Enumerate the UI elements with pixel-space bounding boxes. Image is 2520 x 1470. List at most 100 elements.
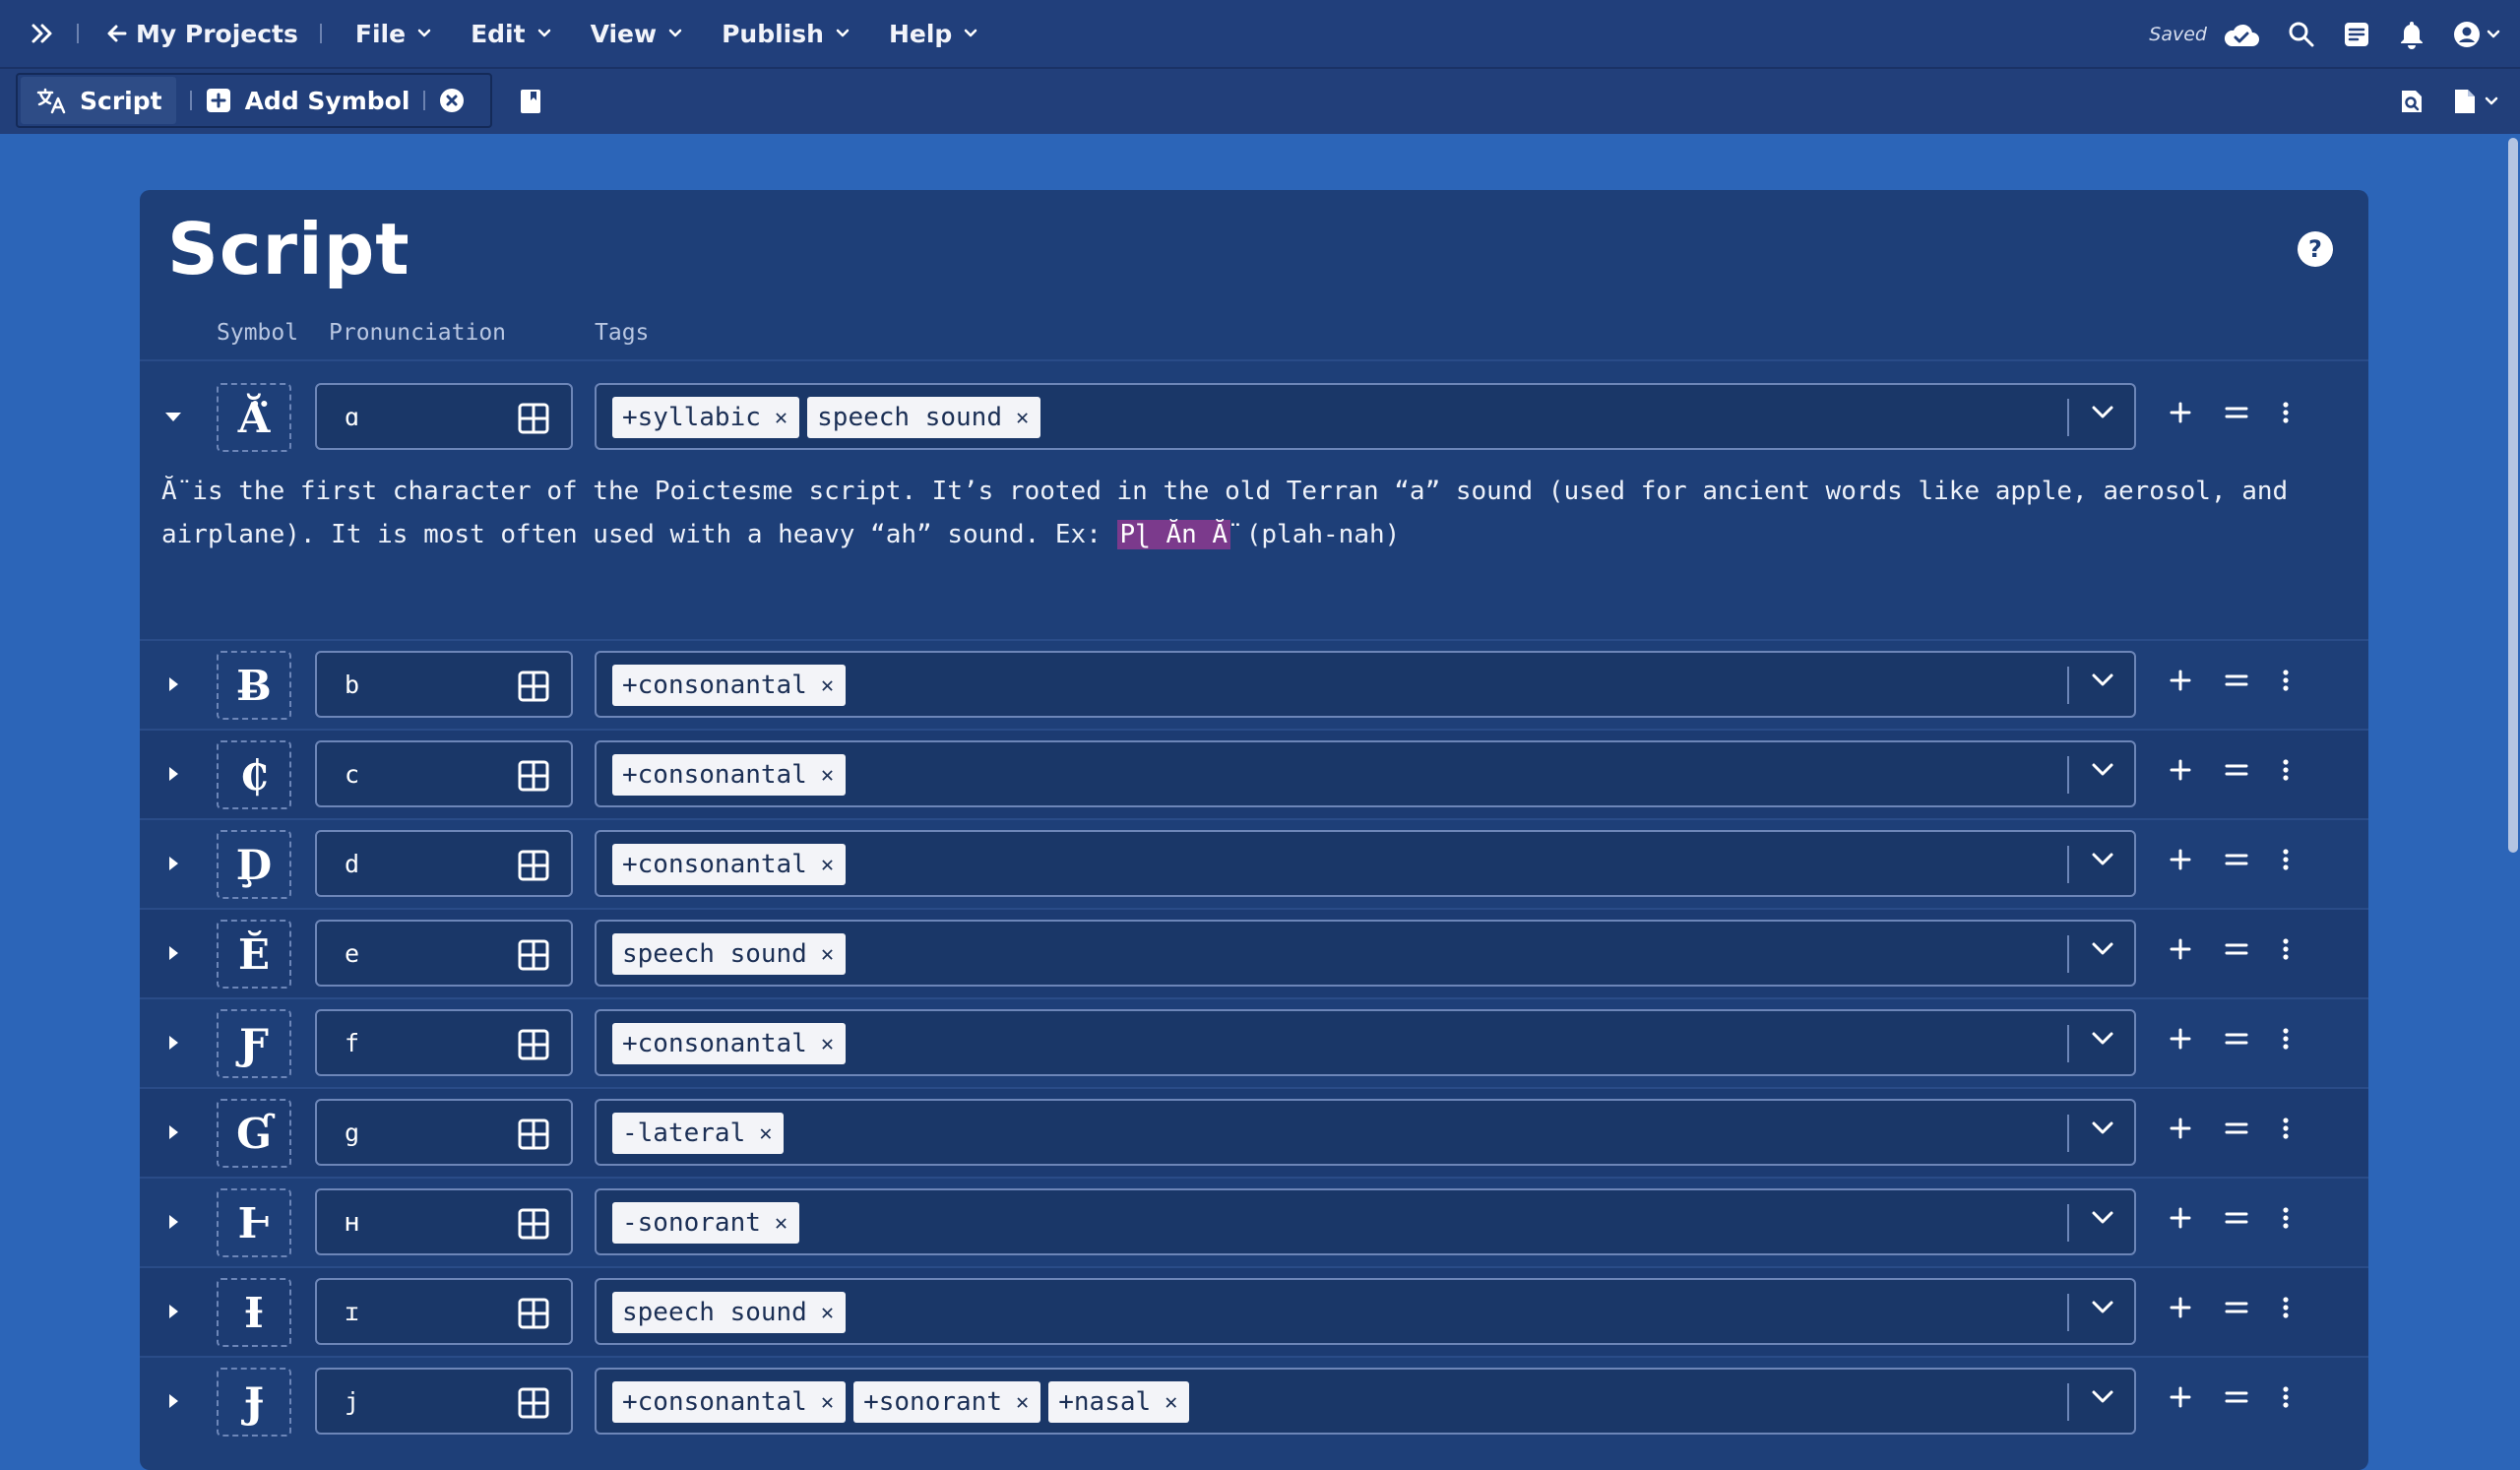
chevron-down-icon[interactable] <box>2091 672 2114 688</box>
expand-row-icon[interactable] <box>159 1029 187 1056</box>
remove-tag-icon[interactable]: ✕ <box>1016 406 1029 430</box>
more-options-icon[interactable] <box>2282 1027 2290 1051</box>
remove-tag-icon[interactable]: ✕ <box>1016 1390 1029 1415</box>
pronunciation-field[interactable]: j <box>315 1368 573 1435</box>
ipa-grid-icon[interactable] <box>518 939 549 971</box>
pronunciation-field[interactable]: f <box>315 1009 573 1076</box>
ipa-grid-icon[interactable] <box>518 760 549 792</box>
remove-tag-icon[interactable]: ✕ <box>1165 1390 1177 1415</box>
remove-tag-icon[interactable]: ✕ <box>821 1032 834 1056</box>
symbol-glyph[interactable]: Ƒ <box>217 1009 291 1078</box>
remove-tag-icon[interactable]: ✕ <box>821 673 834 698</box>
add-icon[interactable] <box>2170 759 2191 781</box>
account-icon[interactable] <box>2453 21 2500 48</box>
remove-tag-icon[interactable]: ✕ <box>759 1121 772 1146</box>
expand-row-icon[interactable] <box>159 760 187 788</box>
menu-view[interactable]: View <box>591 20 683 48</box>
add-symbol-button[interactable]: Add Symbol <box>206 87 410 115</box>
drag-handle-icon[interactable] <box>2225 940 2248 958</box>
expand-row-icon[interactable] <box>159 1208 187 1236</box>
symbol-glyph[interactable]: Ⱶ <box>217 1188 291 1257</box>
remove-tag-icon[interactable]: ✕ <box>821 1301 834 1325</box>
tags-field[interactable]: +syllabic ✕ speech sound ✕ <box>595 383 2136 450</box>
notes-icon[interactable] <box>2343 21 2370 48</box>
preview-icon[interactable] <box>2400 89 2424 114</box>
ipa-grid-icon[interactable] <box>518 1118 549 1150</box>
drag-handle-icon[interactable] <box>2225 761 2248 779</box>
add-icon[interactable] <box>2170 402 2191 423</box>
more-options-icon[interactable] <box>2282 1117 2290 1140</box>
expand-row-icon[interactable] <box>159 939 187 967</box>
drag-handle-icon[interactable] <box>2225 1119 2248 1137</box>
symbol-glyph[interactable]: Ă̈ <box>217 383 291 452</box>
remove-tag-icon[interactable]: ✕ <box>775 1211 788 1236</box>
drag-handle-icon[interactable] <box>2225 1388 2248 1406</box>
add-icon[interactable] <box>2170 1297 2191 1318</box>
tags-field[interactable]: -lateral ✕ <box>595 1099 2136 1166</box>
symbol-description[interactable]: Ă̈ is the first character of the Poictes… <box>161 470 2347 556</box>
chevron-down-icon[interactable] <box>2091 1031 2114 1047</box>
more-options-icon[interactable] <box>2282 401 2290 424</box>
add-icon[interactable] <box>2170 1118 2191 1139</box>
back-to-projects-link[interactable]: My Projects <box>106 20 298 48</box>
scrollbar-thumb[interactable] <box>2508 138 2518 853</box>
tab-script[interactable]: Script <box>21 77 176 124</box>
ipa-grid-icon[interactable] <box>518 1298 549 1329</box>
pronunciation-field[interactable]: e <box>315 920 573 987</box>
expand-row-icon[interactable] <box>159 850 187 877</box>
ipa-grid-icon[interactable] <box>518 1208 549 1240</box>
more-options-icon[interactable] <box>2282 758 2290 782</box>
more-options-icon[interactable] <box>2282 1385 2290 1409</box>
help-icon[interactable]: ? <box>2298 231 2333 267</box>
expand-sidebar-icon[interactable] <box>30 21 55 46</box>
remove-tag-icon[interactable]: ✕ <box>775 406 788 430</box>
menu-help[interactable]: Help <box>889 20 977 48</box>
chevron-down-icon[interactable] <box>2091 762 2114 778</box>
drag-handle-icon[interactable] <box>2225 671 2248 689</box>
tags-field[interactable]: +consonantal ✕ <box>595 1009 2136 1076</box>
more-options-icon[interactable] <box>2282 937 2290 961</box>
pronunciation-field[interactable]: g <box>315 1099 573 1166</box>
pronunciation-field[interactable]: ʜ <box>315 1188 573 1255</box>
pronunciation-field[interactable]: ɑ <box>315 383 573 450</box>
chevron-down-icon[interactable] <box>2091 941 2114 957</box>
symbol-glyph[interactable]: Ḑ <box>217 830 291 899</box>
menu-publish[interactable]: Publish <box>722 20 850 48</box>
menu-file[interactable]: File <box>355 20 431 48</box>
tags-field[interactable]: speech sound ✕ <box>595 920 2136 987</box>
symbol-glyph[interactable]: Ĕ <box>217 920 291 989</box>
drag-handle-icon[interactable] <box>2225 851 2248 868</box>
tags-field[interactable]: +consonantal ✕ <box>595 740 2136 807</box>
symbol-glyph[interactable]: Ɨ <box>217 1278 291 1347</box>
collapse-row-icon[interactable] <box>159 403 187 430</box>
chevron-down-icon[interactable] <box>2091 1300 2114 1315</box>
expand-row-icon[interactable] <box>159 671 187 698</box>
ipa-grid-icon[interactable] <box>518 403 549 434</box>
document-menu-icon[interactable] <box>2453 88 2498 115</box>
add-icon[interactable] <box>2170 938 2191 960</box>
tags-field[interactable]: +consonantal ✕ +sonorant ✕ +nasal ✕ <box>595 1368 2136 1435</box>
bell-icon[interactable] <box>2398 20 2426 49</box>
more-options-icon[interactable] <box>2282 669 2290 692</box>
add-icon[interactable] <box>2170 1028 2191 1050</box>
more-options-icon[interactable] <box>2282 848 2290 871</box>
remove-tag-icon[interactable]: ✕ <box>821 853 834 877</box>
close-tab-icon[interactable] <box>439 88 465 113</box>
remove-tag-icon[interactable]: ✕ <box>821 942 834 967</box>
tags-field[interactable]: -sonorant ✕ <box>595 1188 2136 1255</box>
chevron-down-icon[interactable] <box>2091 1389 2114 1405</box>
drag-handle-icon[interactable] <box>2225 404 2248 421</box>
symbol-glyph[interactable]: ₵ <box>217 740 291 809</box>
pronunciation-field[interactable]: c <box>315 740 573 807</box>
more-options-icon[interactable] <box>2282 1296 2290 1319</box>
chevron-down-icon[interactable] <box>2091 1120 2114 1136</box>
drag-handle-icon[interactable] <box>2225 1299 2248 1316</box>
add-icon[interactable] <box>2170 849 2191 870</box>
symbol-glyph[interactable]: Ɠ <box>217 1099 291 1168</box>
bookmark-icon[interactable] <box>520 89 541 114</box>
drag-handle-icon[interactable] <box>2225 1209 2248 1227</box>
symbol-glyph[interactable]: Ɉ <box>217 1368 291 1437</box>
menu-edit[interactable]: Edit <box>471 20 551 48</box>
expand-row-icon[interactable] <box>159 1298 187 1325</box>
chevron-down-icon[interactable] <box>2091 405 2114 420</box>
